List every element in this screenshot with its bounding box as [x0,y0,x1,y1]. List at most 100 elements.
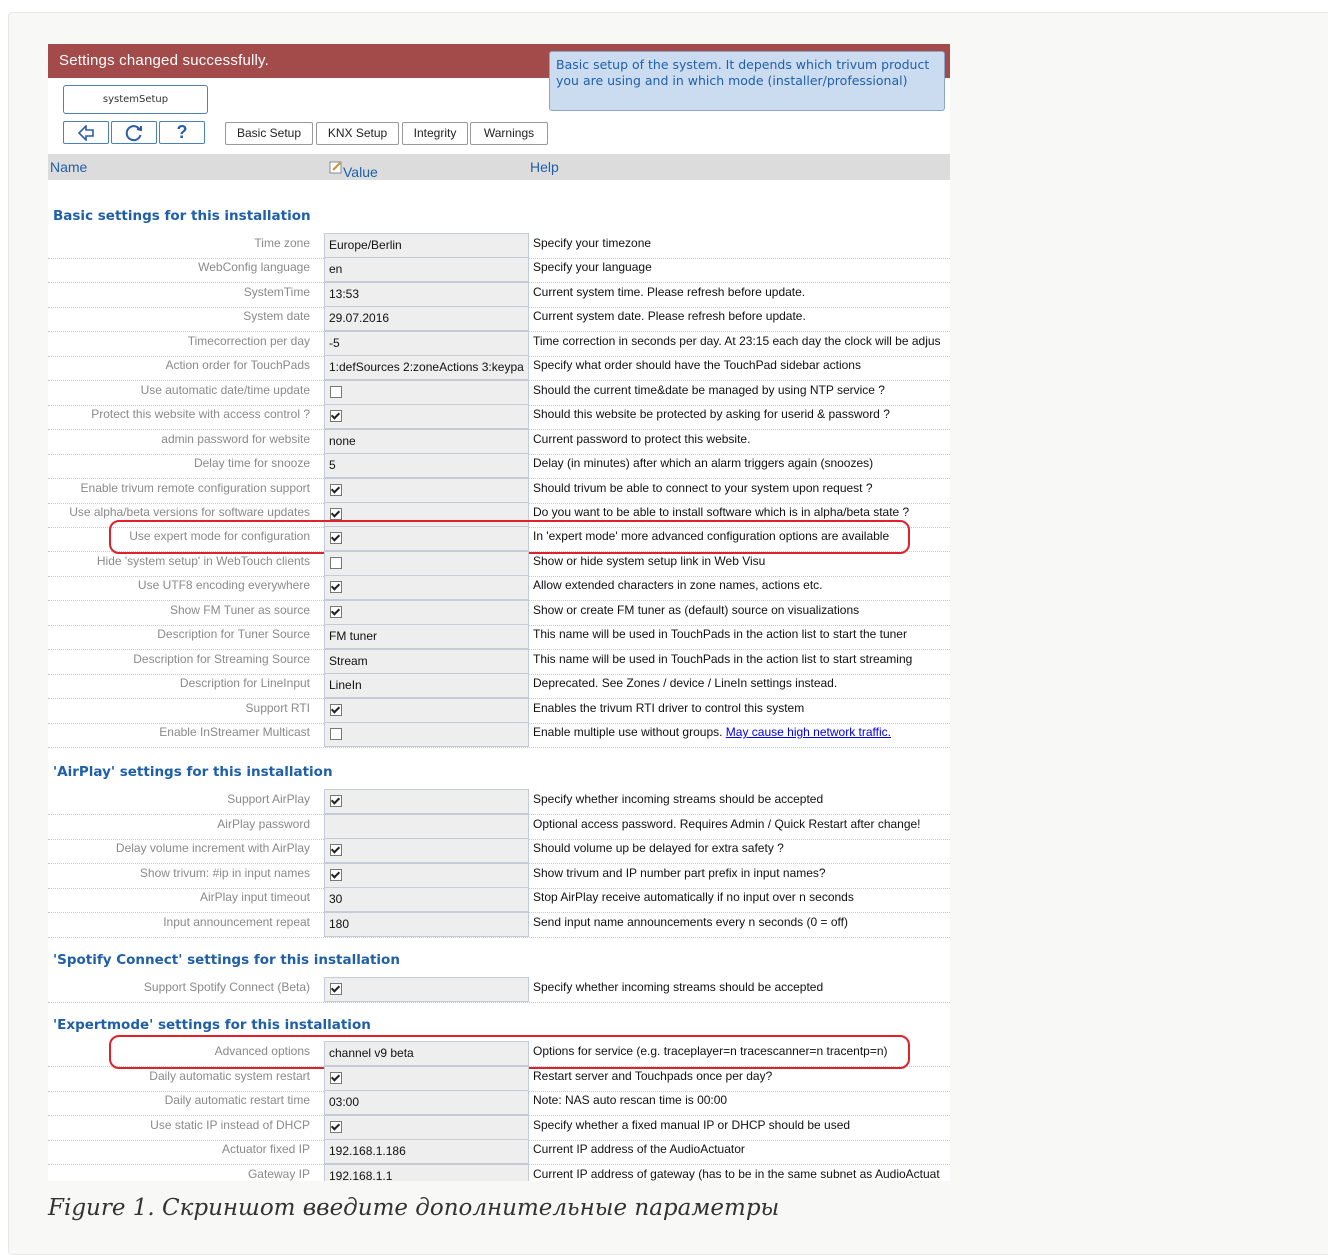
figure-caption: Figure 1. Скриншот введите дополнительны… [48,1195,780,1221]
setting-value-field[interactable]: 180 [324,912,529,937]
setting-help: Specify whether incoming streams should … [533,792,823,806]
help-text: Should this website be protected by aski… [533,407,890,421]
setting-value-field[interactable]: 13:53 [324,282,529,307]
checkbox-checked[interactable] [330,1121,342,1133]
help-text: Allow extended characters in zone names,… [533,578,823,592]
checkbox-unchecked[interactable] [330,557,342,569]
setting-help: Enables the trivum RTI driver to control… [533,701,804,715]
setting-name: Actuator fixed IP [221,1142,310,1156]
checkbox-checked[interactable] [330,983,342,995]
setting-value-field[interactable]: 192.168.1.1 [324,1164,529,1181]
help-text: Specify whether incoming streams should … [533,792,824,806]
setting-value-field[interactable]: Europe/Berlin [324,233,529,258]
setting-help: Specify whether a fixed manual IP or DHC… [533,1118,850,1132]
column-value: Value [329,159,378,180]
settings-row: AirPlay password Optional access password… [48,814,950,840]
checkbox-checked[interactable] [330,508,342,520]
settings-row: admin password for website none Current pa… [48,429,950,455]
setting-value-field[interactable]: FM tuner [324,624,529,649]
checkbox-checked[interactable] [330,1072,342,1084]
setting-help: Show or create FM tuner as (default) sou… [533,603,859,617]
setting-name: Action order for TouchPads [165,358,310,372]
setting-name: Delay volume increment with AirPlay [115,841,310,855]
setting-name: Input announcement repeat [163,915,310,929]
checkbox-checked[interactable] [330,410,342,422]
tab-warnings[interactable]: Warnings [470,122,548,145]
info-tooltip: Basic setup of the system. It depends wh… [549,51,945,111]
setting-checkbox-cell [324,404,529,429]
setting-name: admin password for website [161,432,310,446]
setting-help: Show trivum and IP number part prefix in… [533,866,826,880]
setting-value-field[interactable]: 30 [324,887,529,912]
tab-basic-setup[interactable]: Basic Setup [225,122,313,145]
help-text: Enable multiple use without groups. [533,725,723,739]
settings-row: SystemTime 13:53 Current system time. Plea… [48,282,950,308]
setting-help: Optional access password. Requires Admin… [533,817,921,831]
screenshot: Settings changed successfully. Basic set… [48,44,950,1181]
settings-row: Description for Streaming Source Stream Th… [48,649,950,675]
settings-row: Hide 'system setup' in WebTouch clients S… [48,551,950,577]
checkbox-checked[interactable] [330,795,342,807]
settings-row: Use automatic date/time update Should the… [48,380,950,406]
back-button[interactable] [63,121,109,144]
checkbox-unchecked[interactable] [330,728,342,740]
setting-checkbox-cell [324,838,529,863]
refresh-button[interactable] [111,121,157,144]
tab-integrity[interactable]: Integrity [402,122,468,145]
setting-help: Specify what order should have the Touch… [533,358,861,372]
help-text: Specify your language [533,260,652,274]
setting-name: Use alpha/beta versions for software upd… [69,505,310,519]
setting-help: Time correction in seconds per day. At 2… [533,334,941,348]
setting-value-field[interactable]: LineIn [324,673,529,698]
setting-help: Specify whether incoming streams should … [533,980,823,994]
checkbox-checked[interactable] [330,704,342,716]
setting-help: Stop AirPlay receive automatically if no… [533,890,854,904]
checkbox-checked[interactable] [330,844,342,856]
setting-value-field[interactable] [324,814,529,839]
setting-checkbox-cell [324,863,529,888]
setting-name: Enable InStreamer Multicast [159,725,310,739]
help-text: This name will be used in TouchPads in t… [533,627,907,641]
setting-checkbox-cell [324,722,529,747]
setting-value-field[interactable]: 192.168.1.186 [324,1139,529,1164]
setting-help: Restart server and Touchpads once per da… [533,1069,772,1083]
help-text: Enables the trivum RTI driver to control… [533,701,805,715]
checkbox-unchecked[interactable] [330,386,342,398]
help-text: Show or create FM tuner as (default) sou… [533,603,860,617]
help-text: Send input name announcements every n se… [533,915,848,929]
help-text: Specify what order should have the Touch… [533,358,861,372]
setting-value-field[interactable]: 5 [324,453,529,478]
help-button[interactable]: ? [159,121,205,144]
checkbox-checked[interactable] [330,581,342,593]
setting-value-field[interactable]: en [324,257,529,282]
setting-value-field[interactable]: 1:defSources 2:zoneActions 3:keypa [324,355,529,380]
setting-checkbox-cell [324,600,529,625]
section-title: 'Expertmode' settings for this installat… [53,1017,371,1033]
setting-help: Current password to protect this website… [533,432,750,446]
column-name: Name [50,159,88,175]
help-text: This name will be used in TouchPads in t… [533,652,913,666]
setting-name: Hide 'system setup' in WebTouch clients [96,554,310,568]
tab-knx-setup[interactable]: KNX Setup [316,122,399,145]
setting-value-field[interactable]: -5 [324,331,529,356]
checkbox-checked[interactable] [330,869,342,881]
settings-row: Time zone Europe/Berlin Specify your timez… [48,233,950,259]
checkbox-checked[interactable] [330,606,342,618]
checkbox-checked[interactable] [330,484,342,496]
setting-help: Send input name announcements every n se… [533,915,848,929]
setting-value-field[interactable]: Stream [324,649,529,674]
setting-name: Description for Tuner Source [157,627,310,641]
settings-row: Actuator fixed IP 192.168.1.186 Current IP… [48,1139,950,1165]
setting-name: System date [243,309,310,323]
help-text: Current IP address of gateway (has to be… [533,1167,940,1181]
system-setup-button[interactable]: systemSetup [63,85,208,114]
setting-value-field[interactable]: none [324,429,529,454]
settings-row: WebConfig language en Specify your languag… [48,257,950,283]
settings-row: Delay volume increment with AirPlay Shoul… [48,838,950,864]
network-traffic-link[interactable]: May cause high network traffic. [726,725,891,739]
setting-name: SystemTime [243,285,310,299]
setting-name: Description for Streaming Source [133,652,310,666]
setting-value-field[interactable]: 03:00 [324,1090,529,1115]
settings-row: Use UTF8 encoding everywhere Allow extend… [48,575,950,601]
setting-value-field[interactable]: 29.07.2016 [324,306,529,331]
